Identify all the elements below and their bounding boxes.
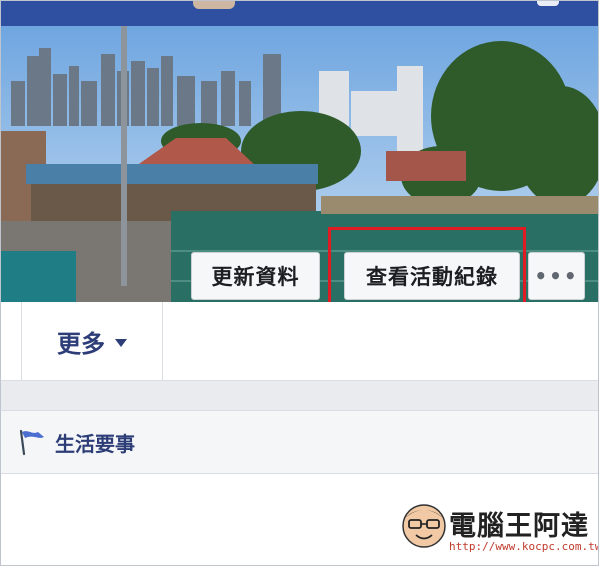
cover-photo[interactable]: 更新資料 查看活動紀錄 •••	[1, 26, 598, 302]
profile-tab-row: 更多	[1, 302, 598, 381]
more-options-button[interactable]: •••	[528, 252, 585, 300]
flag-icon	[19, 429, 44, 456]
update-info-button[interactable]: 更新資料	[191, 252, 320, 300]
caret-down-icon	[115, 339, 127, 347]
profile-page: 更新資料 查看活動紀錄 ••• 更多 生活要事 電腦王阿達 http://www…	[0, 0, 599, 566]
watermark: 電腦王阿達 http://www.kocpc.com.tw	[401, 496, 598, 556]
nav-icon[interactable]	[537, 1, 559, 6]
top-navigation-bar	[1, 1, 598, 26]
avatar[interactable]	[193, 1, 235, 9]
section-divider	[1, 381, 598, 410]
view-activity-log-button[interactable]: 查看活動紀錄	[344, 252, 520, 300]
life-events-section[interactable]: 生活要事	[1, 410, 598, 474]
tab-more-label: 更多	[57, 330, 105, 358]
more-options-icon: •••	[534, 264, 579, 288]
life-events-label: 生活要事	[55, 431, 135, 456]
watermark-title: 電腦王阿達	[449, 511, 589, 542]
watermark-url: http://www.kocpc.com.tw	[449, 540, 599, 553]
mascot-logo	[402, 504, 446, 548]
tab-more[interactable]: 更多	[21, 302, 163, 381]
